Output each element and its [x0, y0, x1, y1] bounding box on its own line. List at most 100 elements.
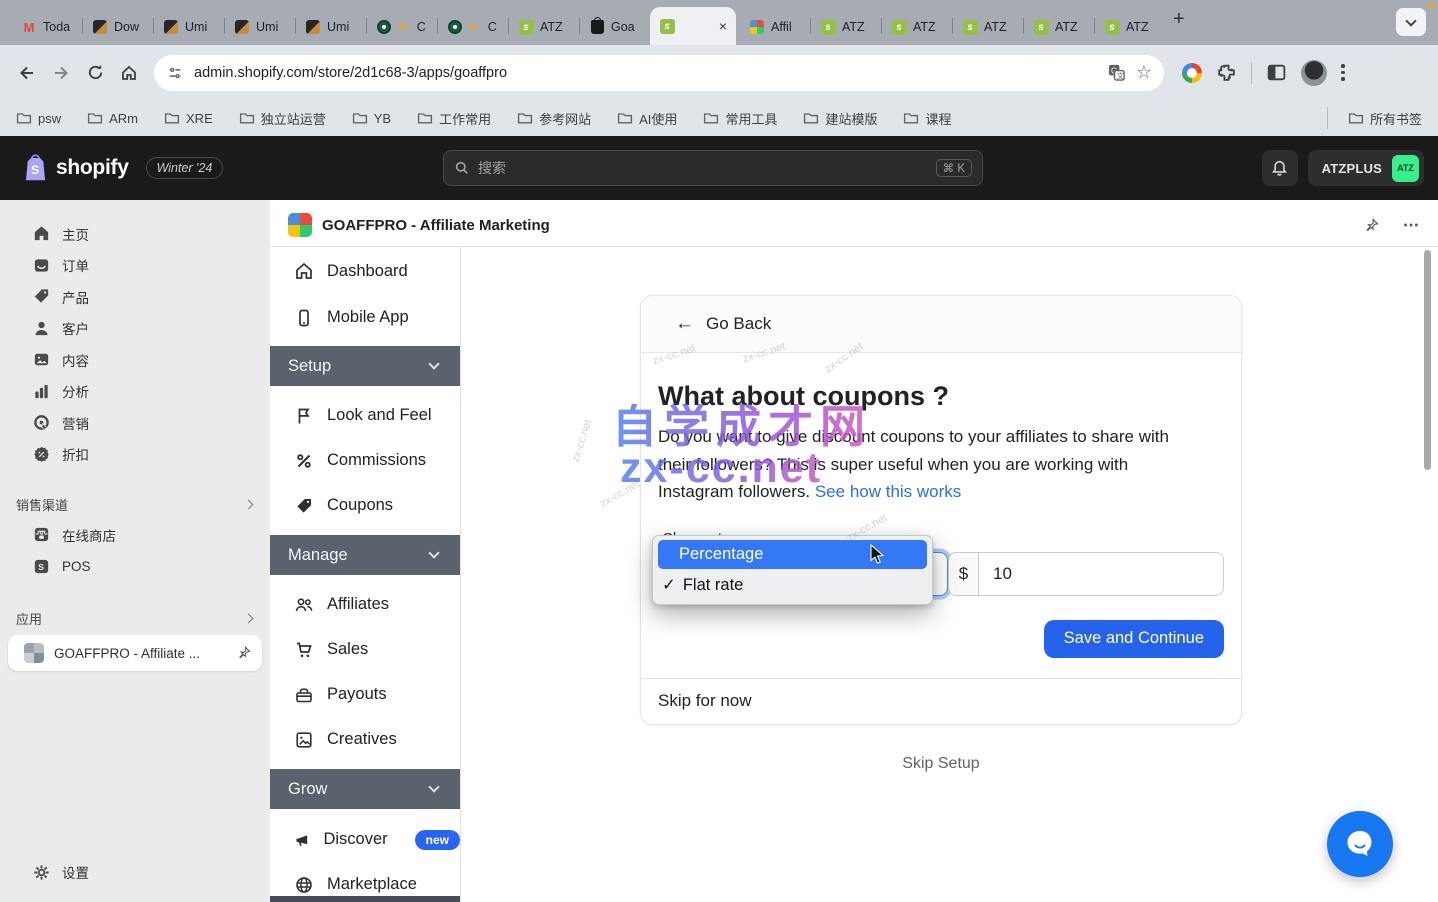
nav-label: Look and Feel: [327, 406, 432, 425]
admin-search-input[interactable]: 搜索 ⌘ K: [443, 150, 983, 186]
sidebar-item-marketing[interactable]: 营销: [0, 407, 270, 439]
bookmark-folder[interactable]: 常用工具: [703, 109, 777, 128]
amount-input[interactable]: [978, 552, 1224, 596]
bookmark-folder[interactable]: AI使用: [617, 109, 677, 128]
tab-shopify-6[interactable]: s ATZ: [1095, 9, 1165, 45]
nav-item-affiliates[interactable]: Affiliates: [270, 582, 460, 627]
home-button[interactable]: [112, 56, 146, 90]
nav-label: Discover: [323, 830, 387, 849]
tab-green-2[interactable]: ☛ C: [438, 9, 508, 45]
forward-arrow-icon: [51, 63, 71, 83]
nav-section-setup[interactable]: Setup: [270, 346, 460, 386]
bookmark-star-icon[interactable]: ☆: [1136, 62, 1152, 83]
sidebar-item-analytics[interactable]: 分析: [0, 376, 270, 408]
card-description: Do you want to give discount coupons to …: [658, 423, 1198, 506]
bookmark-folder[interactable]: psw: [16, 111, 61, 126]
tab-shopify-5[interactable]: s ATZ: [1024, 9, 1094, 45]
nav-section-manage[interactable]: Manage: [270, 535, 460, 575]
nav-item-discover[interactable]: Discover new: [270, 817, 460, 862]
bookmark-folder[interactable]: 建站模版: [803, 109, 877, 128]
all-bookmarks-button[interactable]: 所有书签: [1327, 107, 1422, 129]
tab-active-goaffpro[interactable]: s ×: [650, 7, 736, 45]
url-text[interactable]: admin.shopify.com/store/2d1c68-3/apps/go…: [194, 65, 1097, 81]
bookmark-folder[interactable]: 工作常用: [417, 109, 491, 128]
nav-item-commissions[interactable]: Commissions: [270, 438, 460, 483]
tab-shopify-1[interactable]: s ATZ: [509, 9, 579, 45]
sidebar-item-online-store[interactable]: 在线商店: [0, 519, 270, 551]
skip-setup-button[interactable]: Skip Setup: [640, 755, 1242, 773]
reload-button[interactable]: [78, 56, 112, 90]
pin-icon[interactable]: [1363, 217, 1380, 234]
tab-affiliate[interactable]: Affil: [740, 9, 810, 45]
bookmark-folder[interactable]: 参考网站: [517, 109, 591, 128]
tab-dark-2[interactable]: Umi: [154, 9, 224, 45]
sidebar-item-discounts[interactable]: 折扣: [0, 439, 270, 471]
nav-item-coupons[interactable]: Coupons: [270, 483, 460, 528]
back-button[interactable]: [10, 56, 44, 90]
see-how-link[interactable]: See how this works: [815, 482, 961, 501]
sidebar-item-products[interactable]: 产品: [0, 281, 270, 313]
tab-dark-3[interactable]: Umi: [225, 9, 295, 45]
nav-item-sales[interactable]: Sales: [270, 627, 460, 672]
nav-item-look-and-feel[interactable]: Look and Feel: [270, 393, 460, 438]
bookmark-label: 所有书签: [1370, 109, 1422, 128]
bookmark-folder[interactable]: 独立站运营: [239, 109, 326, 128]
dropdown-option-flat-rate[interactable]: ✓Flat rate: [653, 571, 932, 600]
page-scrollbar[interactable]: [1424, 250, 1431, 470]
nav-item-payouts[interactable]: Payouts: [270, 672, 460, 717]
tab-shopify-2[interactable]: s ATZ: [811, 9, 881, 45]
tab-dark-1[interactable]: Dow: [83, 9, 153, 45]
chevron-down-icon: [1405, 15, 1416, 26]
nav-item-mobile-app[interactable]: Mobile App: [270, 295, 460, 340]
new-tab-button[interactable]: +: [1173, 8, 1185, 31]
bookmark-folder[interactable]: YB: [352, 111, 391, 126]
chat-widget-button[interactable]: [1327, 811, 1393, 877]
close-tab-icon[interactable]: ×: [719, 18, 727, 34]
tab-dark-4[interactable]: Umi: [296, 9, 366, 45]
sidebar-item-orders[interactable]: 订单: [0, 250, 270, 282]
translate-icon[interactable]: G文: [1107, 63, 1126, 82]
more-options-icon[interactable]: [1402, 216, 1420, 234]
tab-goaffpro-site[interactable]: Goa: [580, 9, 650, 45]
tab-search-chevron-button[interactable]: [1396, 8, 1426, 36]
nav-item-creatives[interactable]: Creatives: [270, 717, 460, 762]
account-menu-button[interactable]: ATZPLUS ATZ: [1308, 150, 1424, 186]
go-back-bar[interactable]: ← Go Back: [641, 296, 1241, 353]
tab-gmail[interactable]: M Toda: [12, 9, 82, 45]
go-back-label: Go Back: [706, 314, 771, 334]
chevron-right-icon: [244, 499, 254, 509]
pin-icon[interactable]: [236, 645, 252, 661]
sidebar-item-settings[interactable]: 设置: [0, 857, 270, 889]
notifications-button[interactable]: [1262, 150, 1298, 186]
bookmark-folder[interactable]: XRE: [164, 111, 213, 126]
bookmark-folder[interactable]: ARm: [87, 111, 138, 126]
tab-shopify-3[interactable]: s ATZ: [882, 9, 952, 45]
nav-section-grow[interactable]: Grow: [270, 769, 460, 809]
side-panel-icon[interactable]: [1266, 62, 1287, 83]
pointer-icon: ☛: [469, 20, 480, 34]
bookmark-folder[interactable]: 课程: [903, 109, 951, 128]
tab-green-1[interactable]: ☛ C: [367, 9, 437, 45]
sidebar-item-customers[interactable]: 客户: [0, 313, 270, 345]
sales-channels-section[interactable]: 销售渠道: [0, 489, 270, 519]
save-and-continue-button[interactable]: Save and Continue: [1044, 620, 1224, 658]
account-name: ATZPLUS: [1322, 161, 1382, 176]
tab-shopify-4[interactable]: s ATZ: [953, 9, 1023, 45]
sidebar-item-home[interactable]: 主页: [0, 218, 270, 250]
extensions-puzzle-icon[interactable]: [1216, 62, 1237, 83]
sidebar-item-content[interactable]: 内容: [0, 344, 270, 376]
address-bar[interactable]: admin.shopify.com/store/2d1c68-3/apps/go…: [154, 55, 1164, 91]
shopify-logo[interactable]: S shopify Winter '24: [22, 153, 223, 183]
nav-item-dashboard[interactable]: Dashboard: [270, 247, 460, 295]
sidebar-item-goaffpro-app[interactable]: GOAFFPRO - Affiliate ...: [8, 635, 262, 671]
forward-button[interactable]: [44, 56, 78, 90]
chrome-menu-icon[interactable]: [1341, 64, 1345, 81]
skip-for-now-button[interactable]: Skip for now: [641, 678, 1241, 724]
sidebar-item-pos[interactable]: S POS: [0, 551, 270, 583]
app-main: ← Go Back What about coupons ? Do you wa…: [461, 247, 1438, 902]
nav-section-label: Manage: [288, 546, 348, 565]
home-icon: [119, 63, 139, 83]
color-circle-extension-icon[interactable]: [1182, 63, 1202, 83]
profile-avatar[interactable]: [1301, 60, 1327, 86]
apps-section[interactable]: 应用: [0, 603, 270, 633]
